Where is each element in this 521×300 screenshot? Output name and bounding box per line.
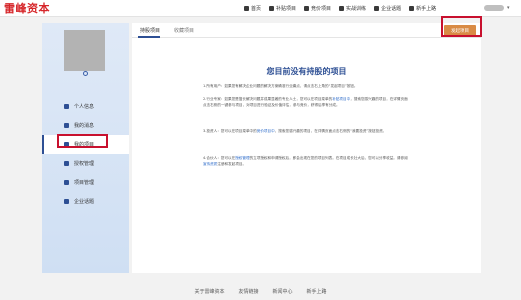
tab-holding-projects[interactable]: 持股项目: [140, 27, 160, 34]
user-icon: [64, 104, 69, 109]
online-status-icon: [83, 71, 88, 76]
nav-label: 新手上路: [416, 6, 437, 12]
footer-link-newbie[interactable]: 新手上路: [307, 288, 327, 295]
paragraph-text: 注册和发起项目。: [217, 162, 247, 166]
guide-paragraph-all-users: 1.所有用户：如果您有解决企业问题的解决方案确准行业痛点，请点击右上角的“发起项…: [203, 83, 408, 89]
qualification-link[interactable]: 宣传资质: [203, 162, 217, 166]
guide-paragraph-investors: 3.投资人：您可以在项目菜单中的竞价项目中，搜索您感兴趣的项目，在详情页面点击右…: [203, 128, 408, 134]
paragraph-text: 的立项授权和申请授权后，即会出现在您的项目列表。在项目成长壮大后，您可以分享收益…: [249, 156, 408, 160]
sidebar: 个人信息 我的消息 我的项目 授权管理 项目管理 企业话题: [42, 23, 129, 273]
top-bar: 雷峰资本 首页 补贴项目 竞价项目 实战训练 企业话题 新手上路 ▾: [0, 0, 521, 17]
nav-label: 企业话题: [381, 6, 402, 12]
footer-link-news[interactable]: 新闻中心: [273, 288, 293, 295]
topic-icon: [64, 199, 69, 204]
footer: 关于雷峰资本 友情链接 新闻中心 新手上路: [0, 282, 521, 300]
paragraph-text: 2.行业专家：如果您是擅长解决问题并成果显著的专业人士，您可以在项目菜单的: [203, 97, 333, 101]
nav-label: 实战训练: [346, 6, 367, 12]
sidebar-item-label: 个人信息: [74, 104, 95, 110]
nav-training[interactable]: 实战训练: [339, 5, 366, 12]
chevron-down-icon[interactable]: ▾: [507, 5, 510, 11]
nav-newbie[interactable]: 新手上路: [409, 5, 436, 12]
sidebar-item-topics[interactable]: 企业话题: [42, 192, 129, 211]
nav-topics[interactable]: 企业话题: [374, 5, 401, 12]
gavel-icon: [304, 6, 310, 11]
site-logo[interactable]: 雷峰资本: [4, 1, 50, 16]
paragraph-text: 1.所有用户：如果您有解决企业问题的解决方案确准行业痛点，请点击右上角的“发起项…: [203, 84, 358, 88]
user-menu[interactable]: [484, 5, 504, 11]
project-tabs: 持股项目 收藏项目 发起项目: [132, 23, 481, 38]
compass-icon: [409, 6, 415, 11]
nav-bid-projects[interactable]: 竞价项目: [304, 5, 331, 12]
subsidy-projects-link[interactable]: 补贴项目中: [332, 97, 350, 101]
paragraph-text: ，搜索您感兴趣的项目，在详情页面点击右侧的“我要投资”按钮投资。: [274, 129, 387, 133]
main-panel: 持股项目 收藏项目 发起项目 您目前没有持股的项目 1.所有用户：如果您有解决企…: [132, 23, 481, 273]
authorization-link[interactable]: 授权管理: [235, 156, 249, 160]
sidebar-item-authorization[interactable]: 授权管理: [42, 154, 129, 173]
target-icon: [339, 6, 345, 11]
paragraph-text: 4.合伙人：您可以在: [203, 156, 236, 160]
footer-link-about[interactable]: 关于雷峰资本: [194, 288, 224, 295]
nav-label: 补贴项目: [276, 6, 297, 12]
guide-paragraph-experts: 2.行业专家：如果您是擅长解决问题并成果显著的专业人士，您可以在项目菜单的补贴项…: [203, 96, 408, 108]
sidebar-item-label: 授权管理: [74, 161, 95, 167]
sidebar-item-label: 项目管理: [74, 180, 95, 186]
highlight-sidebar-my-projects: [57, 134, 108, 148]
tab-favorite-projects[interactable]: 收藏项目: [174, 27, 194, 34]
guide-paragraph-partners: 4.合伙人：您可以在授权管理的立项授权和申请授权后，即会出现在您的项目列表。在项…: [203, 155, 408, 167]
nav-subsidy-projects[interactable]: 补贴项目: [269, 5, 296, 12]
sidebar-item-messages[interactable]: 我的消息: [42, 116, 129, 135]
footer-link-friends[interactable]: 友情链接: [238, 288, 258, 295]
highlight-launch-project-button: [441, 16, 482, 37]
sidebar-item-label: 我的消息: [74, 123, 95, 129]
key-icon: [64, 161, 69, 166]
sidebar-item-profile[interactable]: 个人信息: [42, 97, 129, 116]
list-icon: [64, 180, 69, 185]
home-icon: [244, 6, 249, 11]
avatar[interactable]: [64, 30, 105, 71]
nav-label: 首页: [251, 6, 262, 12]
paragraph-text: 3.投资人：您可以在项目菜单中的: [203, 129, 257, 133]
nav-home[interactable]: 首页: [244, 5, 261, 12]
main-nav: 首页 补贴项目 竞价项目 实战训练 企业话题 新手上路: [244, 0, 444, 17]
active-tab-indicator: [138, 36, 160, 38]
bid-projects-link[interactable]: 竞价项目中: [257, 129, 275, 133]
sidebar-item-project-management[interactable]: 项目管理: [42, 173, 129, 192]
chat-icon: [374, 6, 380, 11]
nav-label: 竞价项目: [311, 6, 332, 12]
sidebar-menu: 个人信息 我的消息 我的项目 授权管理 项目管理 企业话题: [42, 97, 129, 211]
empty-state-title: 您目前没有持股的项目: [266, 67, 347, 76]
grid-icon: [269, 6, 275, 11]
sidebar-item-label: 企业话题: [74, 199, 95, 205]
message-icon: [64, 123, 69, 128]
